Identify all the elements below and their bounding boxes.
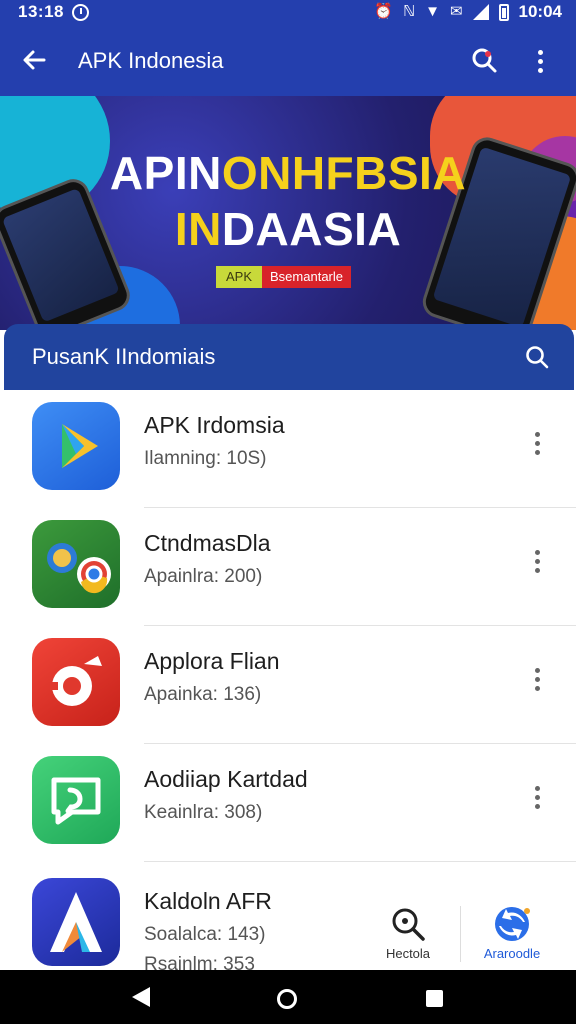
status-bar: 13:18 ⏰ ℕ ▼ ✉ 10:04 [0,0,576,26]
nav-back-icon[interactable] [132,987,150,1007]
top-bar: 13:18 ⏰ ℕ ▼ ✉ 10:04 APK Indonesia [0,0,576,96]
status-time: 13:18 [18,2,64,21]
chrome-icon [32,520,120,608]
list-item[interactable]: Aodiiap Kartdad Keainlra: 308) [0,744,576,862]
sync-icon [492,904,532,944]
app-subtitle: Soalalca: 143) [144,924,266,945]
section-search-icon[interactable] [524,344,550,370]
app-list: APK Irdomsia Ilamning: 10S) CtndmasDla A… [0,390,576,970]
alarm-clock-icon [72,4,89,21]
arrow-app-icon [32,878,120,966]
list-item[interactable]: CtndmasDla Apainlra: 200) [0,508,576,626]
item-menu-icon[interactable] [526,664,548,694]
app-name: CtndmasDla [144,530,271,556]
alarm-icon: ⏰ [374,3,394,20]
chat-app-icon [32,756,120,844]
app-subtitle: Ilamning: 10S) [144,448,267,469]
overflow-menu-icon[interactable] [528,46,552,76]
nav-home-icon[interactable] [277,989,297,1009]
app-name: Aodiiap Kartdad [144,766,308,792]
back-arrow-icon[interactable] [20,46,50,76]
app-name: Applora Flian [144,648,280,674]
camera-app-icon [32,638,120,726]
search-icon[interactable] [470,46,498,74]
app-name: Kaldoln AFR [144,888,272,914]
app-name: APK Irdomsia [144,412,285,438]
app-subtitle: Apainlra: 200) [144,566,263,587]
section-title: PusanK IIndomiais [32,344,216,369]
item-menu-icon[interactable] [526,428,548,458]
magnifier-icon [388,904,428,944]
list-item[interactable]: APK Irdomsia Ilamning: 10S) [0,390,576,508]
search-action-label: Hectola [385,946,431,961]
status-time-right: 10:04 [518,2,562,21]
bottom-action-panel: Hectola Araroodle [360,890,576,970]
app-subtitle: Apainka: 136) [144,684,262,705]
app-title: APK Indonesia [78,48,224,73]
section-header: PusanK IIndomiais [4,324,574,390]
nav-recents-icon[interactable] [426,990,443,1007]
search-action-button[interactable]: Hectola [360,898,456,970]
item-menu-icon[interactable] [526,782,548,812]
banner-headline-line1: APINONHFBSIA [109,147,467,199]
vibrate-icon: ℕ [403,3,416,20]
status-icons: ⏰ ℕ ▼ ✉ 10:04 [374,2,562,22]
app-subtitle-2: Rsainlm: 353 [144,954,255,970]
wifi-icon: ▼ [425,3,440,20]
no-sim-icon: ✉ [449,3,463,20]
app-subtitle: Keainlra: 308) [144,802,263,823]
play-store-icon [32,402,120,490]
app-bar: APK Indonesia [0,26,576,96]
banner-tag: APK Bsemantarle [216,266,351,288]
signal-icon [472,4,489,20]
system-nav-bar [0,970,576,1024]
sync-action-label: Araroodle [483,946,541,961]
banner-headline-line2: INDAASIA [174,203,402,255]
promo-banner[interactable]: APINONHFBSIA INDAASIA APK Bsemantarle [0,96,576,330]
item-menu-icon[interactable] [526,546,548,576]
sync-action-button[interactable]: Araroodle [464,898,560,970]
list-item[interactable]: Applora Flian Apainka: 136) [0,626,576,744]
battery-icon [498,3,509,21]
